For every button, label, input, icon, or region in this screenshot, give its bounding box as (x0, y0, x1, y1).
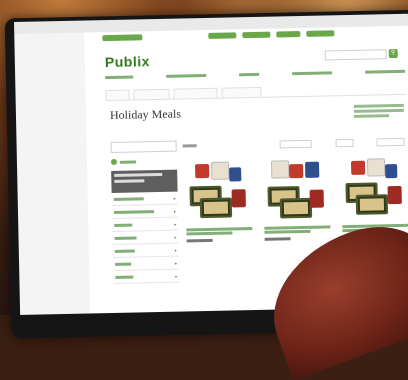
sidebar-search-input[interactable] (110, 140, 177, 154)
sort-select[interactable] (279, 139, 313, 149)
top-link[interactable] (276, 31, 301, 38)
sidebar: ▸ ▸ ▸ ▸ ▸ ▸ ▸ (110, 140, 180, 284)
product-card[interactable] (185, 157, 253, 243)
product-price (264, 236, 331, 241)
sidebar-active-category[interactable] (111, 169, 178, 193)
sidebar-badge[interactable] (110, 158, 177, 165)
nav-item[interactable] (292, 71, 333, 76)
promo-links[interactable] (353, 102, 404, 120)
top-link[interactable] (208, 32, 237, 39)
main-nav (105, 69, 406, 84)
nav-item[interactable] (239, 72, 260, 77)
search-input[interactable] (324, 49, 387, 61)
per-page-select[interactable] (376, 137, 405, 147)
sub-tab[interactable] (221, 86, 262, 98)
nav-item[interactable] (166, 73, 207, 78)
nav-item[interactable] (105, 75, 134, 80)
product-price (186, 238, 253, 243)
top-link[interactable] (102, 34, 143, 42)
sub-tab[interactable] (173, 87, 218, 99)
sub-tab[interactable] (133, 88, 170, 100)
nav-item[interactable] (365, 69, 406, 74)
sub-tab[interactable] (105, 89, 130, 101)
product-image[interactable] (263, 155, 330, 224)
page-title: Holiday Meals (109, 106, 182, 123)
product-card[interactable] (263, 155, 331, 241)
top-link[interactable] (242, 31, 271, 39)
top-link[interactable] (306, 30, 335, 37)
sub-nav (105, 83, 406, 102)
product-image[interactable] (185, 157, 252, 226)
publix-logo[interactable]: Publix (105, 53, 150, 70)
badge-icon (110, 158, 118, 165)
product-name[interactable] (186, 227, 253, 236)
product-image[interactable] (341, 154, 408, 223)
view-select[interactable] (335, 138, 354, 148)
sidebar-item[interactable]: ▸ (113, 269, 180, 284)
product-name[interactable] (264, 225, 331, 234)
search-icon[interactable]: ⚲ (388, 48, 398, 59)
results-toolbar (182, 137, 405, 151)
